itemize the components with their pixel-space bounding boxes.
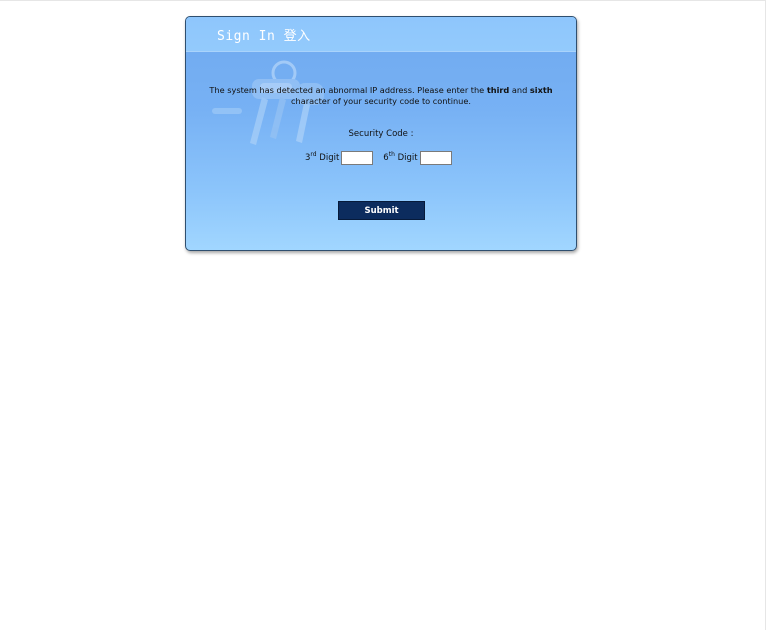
third-digit-label: 3rd Digit (305, 151, 340, 164)
page-top-border (0, 0, 766, 1)
sign-in-panel: Sign In 登入 The system has detected an ab… (185, 16, 577, 251)
submit-button[interactable]: Submit (338, 201, 425, 220)
message-text-part: The system has detected an abnormal IP a… (209, 85, 487, 95)
message-text-part: character of your security code to conti… (291, 96, 471, 106)
message-text-part: and (509, 85, 530, 95)
sixth-digit-input[interactable] (419, 151, 452, 165)
message-third-emphasis: third (486, 85, 510, 95)
sign-in-title: Sign In 登入 (217, 29, 311, 44)
message-sixth-emphasis: sixth (529, 85, 553, 95)
digit-input-row: 3rd Digit 6th Digit (305, 151, 452, 167)
security-code-label: Security Code : (348, 129, 414, 139)
third-digit-input[interactable] (341, 151, 374, 165)
sign-in-header: Sign In 登入 (186, 17, 576, 52)
sixth-digit-label: 6th Digit (383, 151, 418, 164)
abnormal-ip-message: The system has detected an abnormal IP a… (186, 85, 576, 107)
